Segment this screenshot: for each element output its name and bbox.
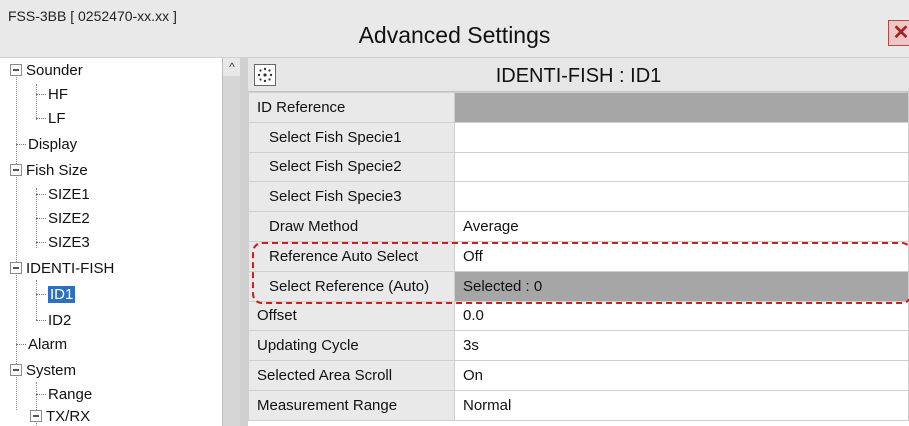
tree-item-system[interactable]: System [10, 358, 76, 382]
tree-item-label: ID2 [48, 311, 72, 329]
tree-branch-icon [36, 293, 46, 295]
window-title: Advanced Settings [358, 22, 551, 48]
tree-item-label: Alarm [28, 335, 68, 353]
table-row[interactable]: Offset 0.0 [248, 300, 909, 332]
tree-scrollbar[interactable]: ^ [222, 58, 241, 426]
setting-label: Measurement Range [248, 389, 455, 421]
tree-item-label: SIZE1 [48, 185, 90, 203]
tree-item-id2[interactable]: ID2 [36, 308, 71, 332]
tree-branch-icon [36, 217, 46, 219]
setting-value[interactable] [454, 151, 909, 183]
tree-item-label-selected: ID1 [48, 285, 76, 303]
tree-item-identi-fish[interactable]: IDENTI-FISH [10, 256, 114, 280]
tree-branch-icon [36, 319, 46, 321]
setting-value[interactable] [454, 121, 909, 153]
title-bar: FSS-3BB [ 0252470-xx.xx ] Advanced Setti… [0, 0, 909, 58]
tree-item-id1[interactable]: ID1 [36, 282, 76, 306]
tree-item-lf[interactable]: LF [36, 106, 66, 130]
tree-item-label: System [26, 361, 77, 379]
setting-value[interactable]: Normal [454, 389, 909, 421]
tree-item-txrx[interactable]: TX/RX [30, 404, 90, 426]
table-row[interactable]: Select Fish Specie1 [248, 121, 909, 153]
tree-item-size3[interactable]: SIZE3 [36, 230, 90, 254]
setting-label: Select Fish Specie2 [248, 151, 455, 183]
table-row[interactable]: Draw Method Average [248, 211, 909, 242]
setting-label: ID Reference [248, 92, 455, 123]
collapse-icon[interactable] [10, 364, 22, 376]
setting-label: Select Fish Specie3 [248, 181, 455, 213]
panel-splitter[interactable] [240, 58, 248, 426]
setting-value[interactable]: Average [454, 211, 909, 242]
table-row[interactable]: Select Reference (Auto) Selected : 0 [248, 270, 909, 302]
tree-branch-icon [36, 193, 46, 195]
setting-label: Select Reference (Auto) [248, 270, 455, 302]
tree-item-size2[interactable]: SIZE2 [36, 206, 90, 230]
tree-item-hf[interactable]: HF [36, 82, 68, 106]
setting-value[interactable]: 3s [454, 330, 909, 362]
tree-item-label: Fish Size [26, 161, 88, 179]
tree-item-fish-size[interactable]: Fish Size [10, 158, 88, 182]
tree-item-label: HF [48, 85, 68, 103]
table-row[interactable]: Updating Cycle 3s [248, 330, 909, 362]
setting-value[interactable]: Off [454, 240, 909, 272]
setting-value[interactable]: 0.0 [454, 300, 909, 332]
tree-item-sounder[interactable]: Sounder [10, 58, 83, 82]
table-row[interactable]: Select Fish Specie2 [248, 151, 909, 183]
tree-branch-icon [16, 343, 26, 345]
tree-item-label: Sounder [26, 61, 83, 79]
tree-item-label: Display [28, 135, 78, 153]
tree-item-label: SIZE2 [48, 209, 90, 227]
scroll-up-icon[interactable]: ^ [223, 58, 241, 76]
tree-item-label: TX/RX [46, 407, 91, 425]
tree-item-label: SIZE3 [48, 233, 90, 251]
tree-item-size1[interactable]: SIZE1 [36, 182, 90, 206]
setting-value[interactable] [454, 181, 909, 213]
tree-branch-icon [16, 143, 26, 145]
tree-item-range[interactable]: Range [36, 382, 92, 406]
tree-branch-icon [36, 93, 46, 95]
setting-label: Updating Cycle [248, 330, 455, 362]
setting-label: Selected Area Scroll [248, 360, 455, 391]
setting-label: Reference Auto Select [248, 240, 455, 272]
tree-item-alarm[interactable]: Alarm [16, 332, 67, 356]
panel-header: IDENTI-FISH : ID1 [248, 58, 909, 92]
panel-title: IDENTI-FISH : ID1 [495, 65, 662, 87]
tree-item-label: LF [48, 109, 66, 127]
collapse-icon[interactable] [10, 164, 22, 176]
table-row[interactable]: ID Reference [248, 92, 909, 123]
setting-label: Select Fish Specie1 [248, 121, 455, 153]
collapse-icon[interactable] [10, 262, 22, 274]
settings-tree: Sounder HF LF Display Fish Size SIZE1 SI… [0, 58, 222, 426]
table-row[interactable]: Selected Area Scroll On [248, 360, 909, 391]
tree-branch-icon [36, 393, 46, 395]
setting-label: Offset [248, 300, 455, 332]
table-row[interactable]: Reference Auto Select Off [248, 240, 909, 272]
setting-value [454, 92, 909, 123]
table-row[interactable]: Measurement Range Normal [248, 389, 909, 421]
tree-item-display[interactable]: Display [16, 132, 77, 156]
close-button[interactable]: ✕ [888, 20, 909, 46]
table-row[interactable]: Select Fish Specie3 [248, 181, 909, 213]
tree-item-label: Range [48, 385, 93, 403]
setting-value[interactable]: Selected : 0 [454, 270, 909, 302]
setting-label: Draw Method [248, 211, 455, 242]
settings-table: ID Reference Select Fish Specie1 Select … [248, 92, 909, 421]
tree-item-label: IDENTI-FISH [26, 259, 115, 277]
collapse-icon[interactable] [10, 64, 22, 76]
tree-branch-icon [36, 241, 46, 243]
collapse-icon[interactable] [30, 410, 42, 422]
tree-branch-icon [36, 117, 46, 119]
setting-value[interactable]: On [454, 360, 909, 391]
